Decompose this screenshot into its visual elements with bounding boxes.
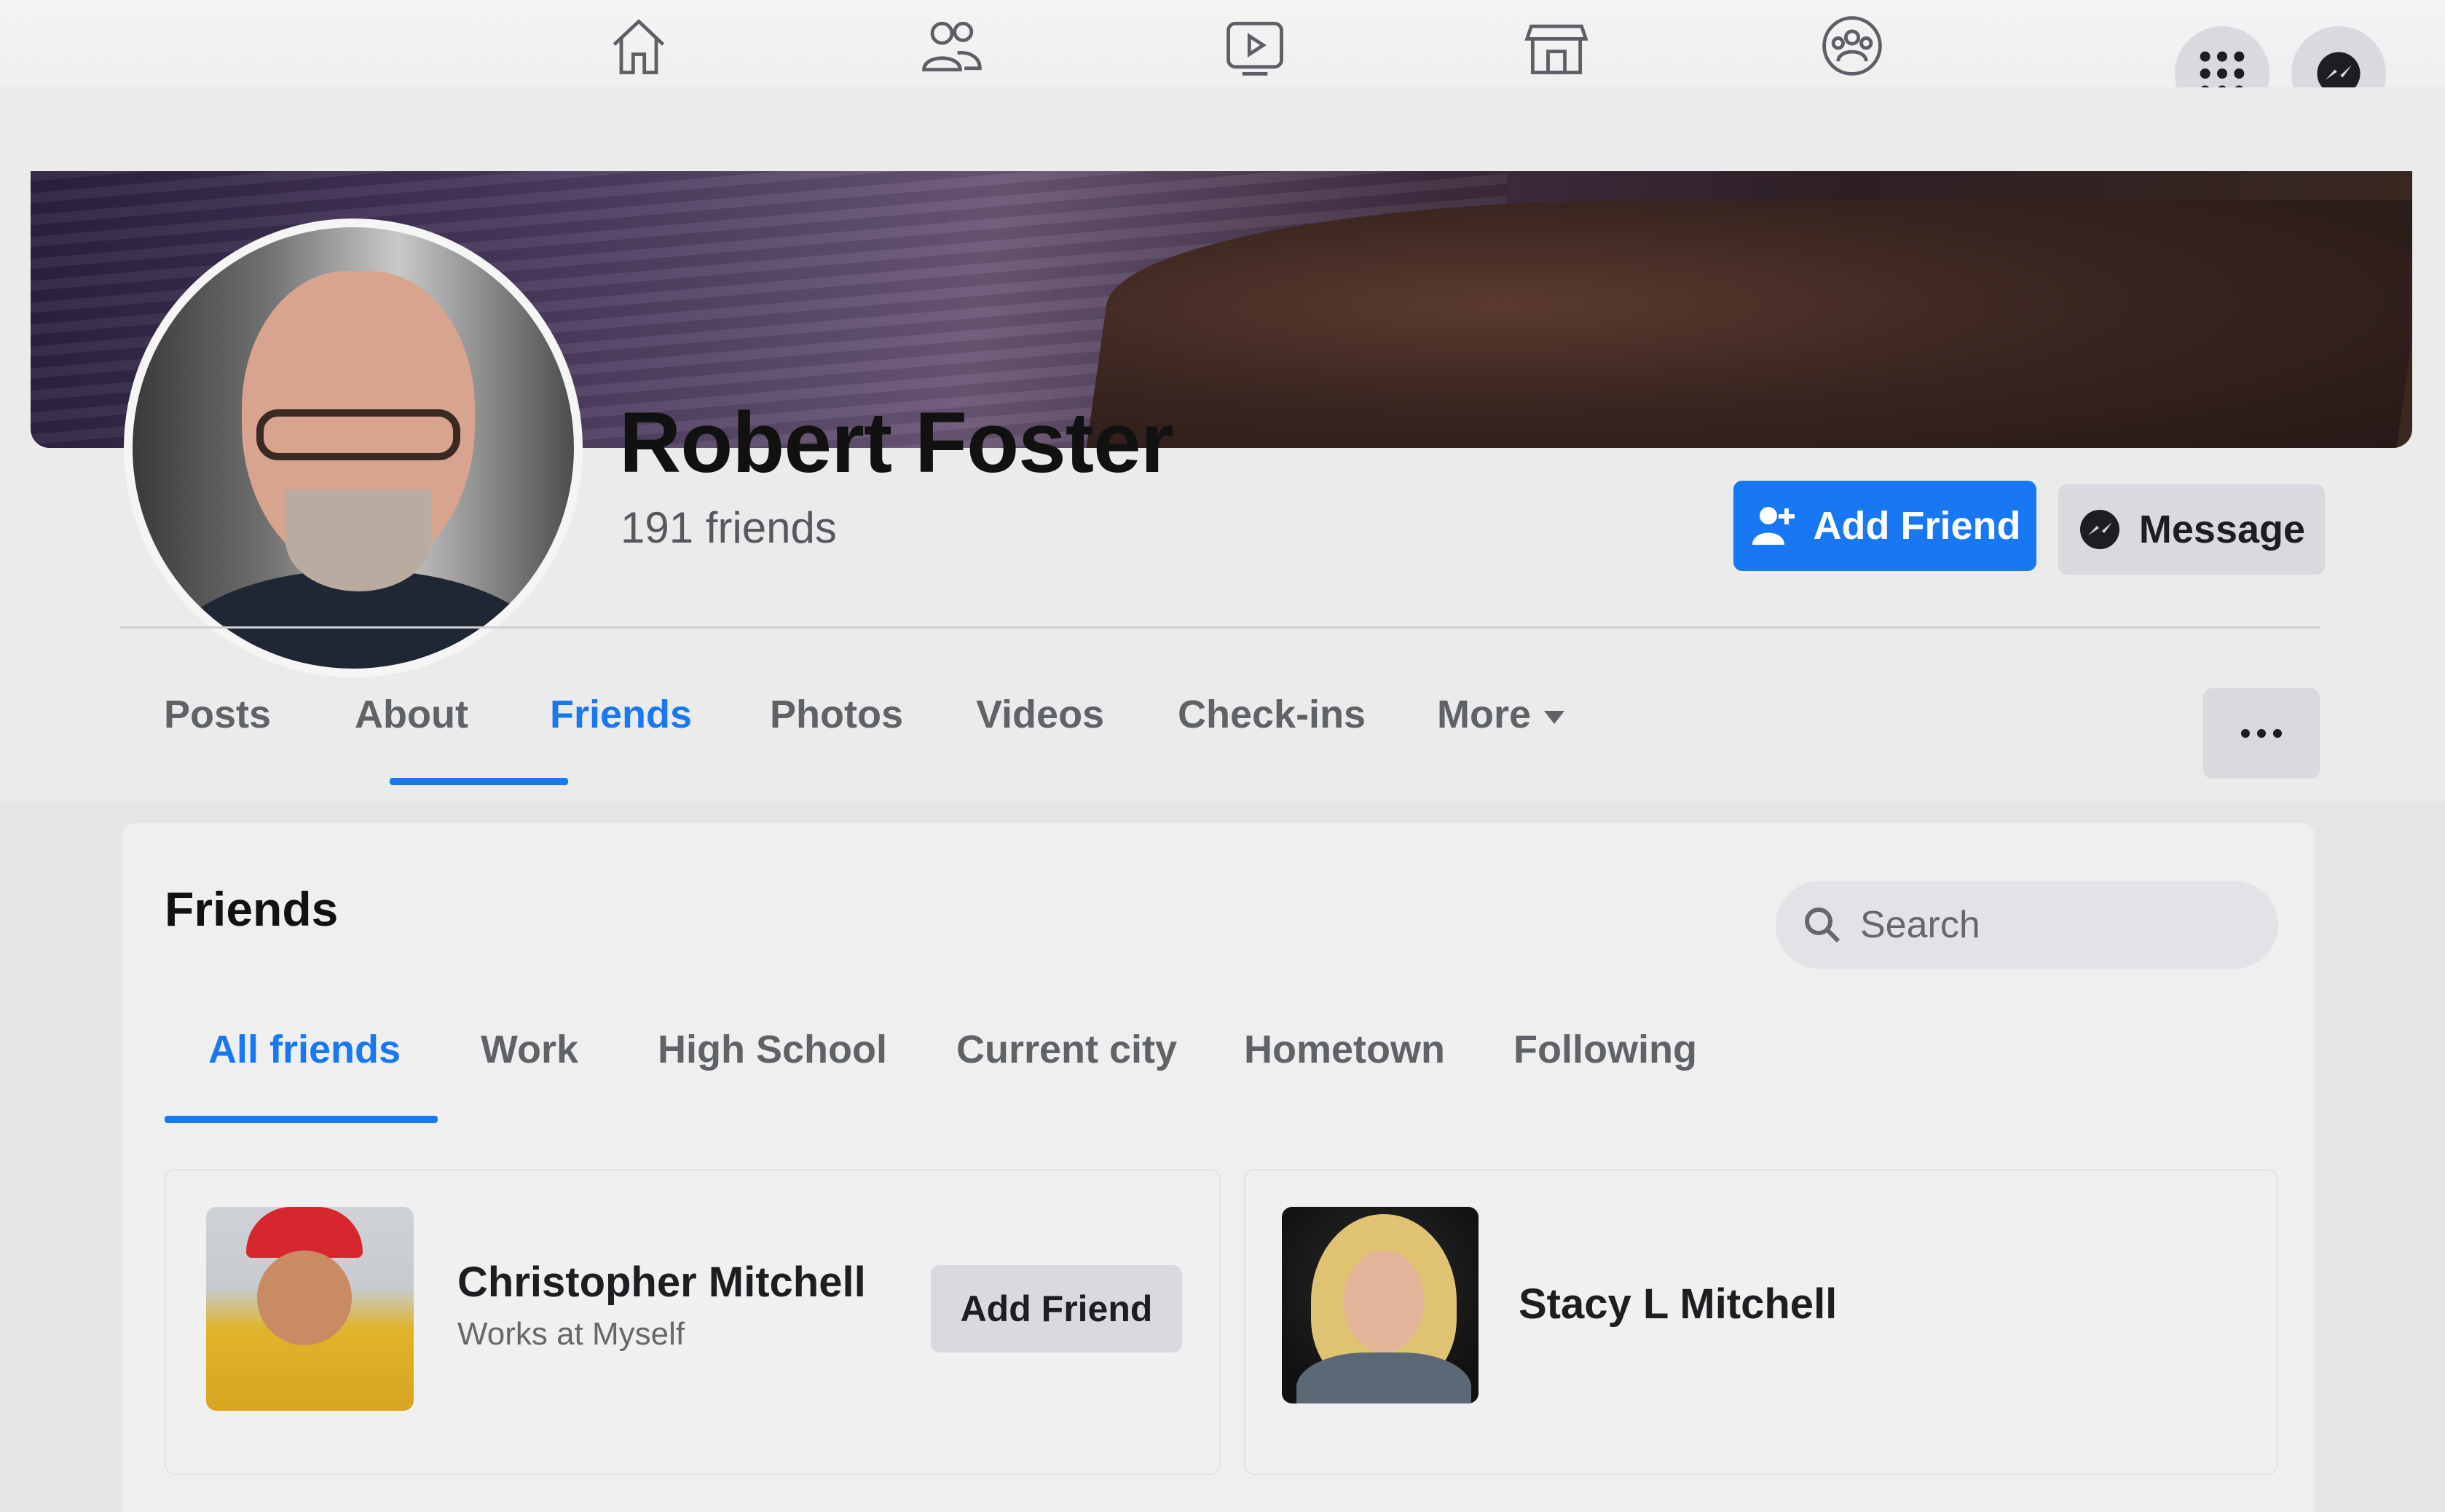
active-tab-indicator: [390, 778, 568, 785]
active-subtab-indicator: [165, 1116, 438, 1123]
watch-icon[interactable]: [1215, 6, 1295, 86]
message-label: Message: [2138, 508, 2306, 551]
subtab-high-school[interactable]: High School: [658, 1027, 887, 1072]
tab-check-ins[interactable]: Check-ins: [1178, 692, 1366, 737]
page: Robert Foster 191 friends Add Friend Mes…: [0, 0, 2445, 1512]
friends-count[interactable]: 191 friends: [621, 503, 837, 553]
search-input[interactable]: [1860, 903, 2268, 947]
friend-card: Christopher Mitchell Works at Myself Add…: [165, 1169, 1221, 1475]
subtab-current-city[interactable]: Current city: [956, 1027, 1177, 1072]
profile-header: Robert Foster 191 friends Add Friend Mes…: [0, 87, 2445, 801]
friend-name[interactable]: Stacy L Mitchell: [1519, 1280, 1837, 1328]
profile-picture[interactable]: [124, 218, 583, 677]
avatar-glasses: [256, 409, 460, 460]
friends-section-title: Friends: [165, 882, 339, 936]
friend-avatar[interactable]: [1282, 1207, 1479, 1403]
friend-subtitle: Works at Myself: [457, 1316, 685, 1352]
search-icon: [1805, 907, 1840, 943]
home-icon[interactable]: [599, 6, 679, 86]
add-friend-icon: [1752, 507, 1795, 545]
add-friend-label: Add Friend: [1813, 504, 2021, 548]
caret-down-icon: [1544, 710, 1565, 724]
profile-tabs: Posts About Friends Photos Videos Check-…: [120, 663, 2305, 765]
header-divider: [120, 626, 2320, 629]
subtab-work[interactable]: Work: [481, 1027, 578, 1072]
profile-name: Robert Foster: [619, 395, 1174, 491]
face-shape: [1344, 1251, 1424, 1352]
tab-more-label: More: [1437, 693, 1532, 736]
marketplace-icon[interactable]: [1516, 6, 1596, 86]
friends-icon[interactable]: [910, 6, 991, 86]
tab-about[interactable]: About: [355, 692, 468, 737]
subtab-all-friends[interactable]: All friends: [208, 1027, 401, 1072]
subtab-hometown[interactable]: Hometown: [1244, 1027, 1445, 1072]
tab-photos[interactable]: Photos: [770, 692, 903, 737]
avatar-beard: [286, 489, 431, 591]
friend-add-friend-button[interactable]: Add Friend: [931, 1265, 1182, 1352]
more-options-button[interactable]: [2203, 688, 2320, 779]
add-friend-button[interactable]: Add Friend: [1733, 481, 2036, 571]
tab-videos[interactable]: Videos: [976, 692, 1104, 737]
tab-friends[interactable]: Friends: [550, 692, 692, 737]
friend-name[interactable]: Christopher Mitchell: [457, 1258, 866, 1307]
ellipsis-dot: [2241, 729, 2250, 738]
jacket-shape: [1296, 1352, 1471, 1403]
friends-section: Friends All friends Work High School Cur…: [122, 823, 2315, 1512]
ellipsis-dot: [2273, 729, 2282, 738]
message-button[interactable]: Message: [2058, 484, 2325, 575]
subtab-following[interactable]: Following: [1513, 1027, 1697, 1072]
cover-rocks: [1084, 200, 2412, 448]
messenger-icon: [2079, 510, 2119, 549]
ellipsis-dot: [2257, 729, 2266, 738]
tab-more[interactable]: More: [1437, 692, 1565, 737]
groups-icon[interactable]: [1812, 6, 1892, 86]
tab-posts[interactable]: Posts: [164, 692, 271, 737]
friend-avatar[interactable]: [206, 1207, 414, 1411]
face-shape: [257, 1251, 352, 1345]
avatar: [133, 227, 574, 669]
friends-search[interactable]: [1776, 881, 2278, 969]
friend-card: Stacy L Mitchell: [1244, 1169, 2278, 1475]
